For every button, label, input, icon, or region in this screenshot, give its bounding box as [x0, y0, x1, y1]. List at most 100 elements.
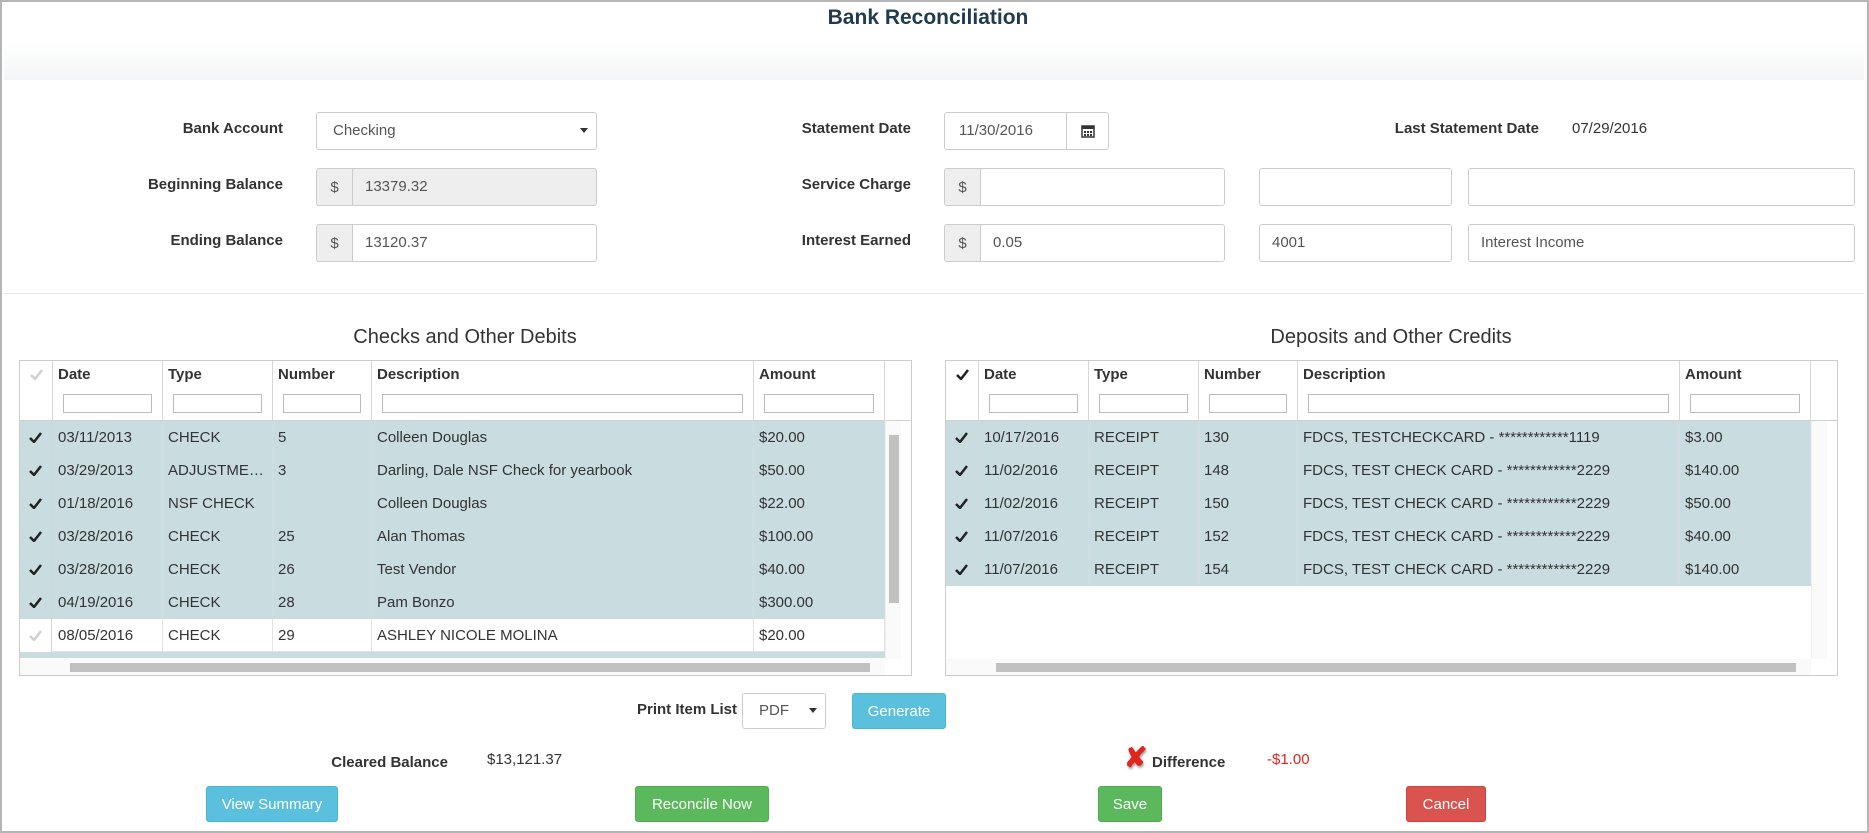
chevron-down-icon — [809, 708, 817, 713]
horizontal-scrollbar[interactable] — [946, 659, 1811, 675]
debits-col-amount[interactable]: Amount — [754, 361, 885, 421]
table-row[interactable]: 03/29/2013 ADJUSTME… 3 Darling, Dale NSF Ch… — [20, 454, 885, 487]
horizontal-scrollbar[interactable] — [20, 659, 885, 675]
number-filter-input[interactable] — [1209, 394, 1287, 413]
table-row[interactable]: 11/02/2016 RECEIPT 150 FDCS, TEST CHECK CAR… — [946, 487, 1811, 520]
row-checkbox[interactable] — [946, 553, 978, 586]
date-filter-input[interactable] — [63, 394, 152, 413]
save-button[interactable]: Save — [1098, 786, 1162, 822]
dollar-addon: $ — [944, 224, 980, 262]
scrollbar-thumb[interactable] — [996, 663, 1796, 672]
table-row[interactable]: 11/07/2016 RECEIPT 152 FDCS, TEST CHECK CAR… — [946, 520, 1811, 553]
check-icon — [29, 597, 42, 608]
cleared-balance-label: Cleared Balance — [331, 754, 448, 771]
amount-filter-input[interactable] — [764, 394, 874, 413]
check-icon — [955, 564, 968, 575]
date-filter-input[interactable] — [989, 394, 1078, 413]
cell-type: NSF CHECK — [163, 487, 273, 520]
number-filter-input[interactable] — [283, 394, 361, 413]
debits-grid-header: Date Type Number Description Amount — [20, 361, 911, 421]
service-charge-input[interactable] — [980, 168, 1225, 206]
row-checkbox[interactable] — [20, 487, 52, 520]
type-filter-input[interactable] — [173, 394, 262, 413]
reconcile-now-button[interactable]: Reconcile Now — [635, 786, 769, 822]
credits-col-date[interactable]: Date — [979, 361, 1089, 421]
service-charge-account-name-input[interactable] — [1468, 168, 1855, 206]
cell-number: 148 — [1199, 454, 1298, 487]
ending-balance-input[interactable]: 13120.37 — [352, 224, 597, 262]
table-row[interactable]: 08/05/2016 CHECK 29 ASHLEY NICOLE MOLINA $20… — [20, 619, 885, 652]
row-checkbox[interactable] — [20, 553, 52, 586]
amount-filter-input[interactable] — [1690, 394, 1800, 413]
cell-number: 28 — [273, 586, 372, 619]
vertical-scrollbar[interactable] — [1811, 421, 1827, 659]
table-row[interactable]: 01/18/2016 NSF CHECK Colleen Douglas $22.00 — [20, 487, 885, 520]
cell-amount: $300.00 — [754, 586, 885, 619]
type-filter-input[interactable] — [1099, 394, 1188, 413]
beginning-balance-group: $ 13379.32 — [316, 168, 597, 206]
credits-col-number[interactable]: Number — [1199, 361, 1298, 421]
cell-amount: $50.00 — [754, 454, 885, 487]
row-checkbox[interactable] — [20, 421, 52, 454]
row-checkbox[interactable] — [946, 454, 978, 487]
scrollbar-thumb[interactable] — [889, 435, 899, 603]
cell-description: FDCS, TEST CHECK CARD - ************2229 — [1298, 553, 1680, 586]
table-row[interactable]: 11/02/2016 RECEIPT 148 FDCS, TEST CHECK CAR… — [946, 454, 1811, 487]
cell-number: 154 — [1199, 553, 1298, 586]
row-checkbox[interactable] — [20, 586, 52, 619]
interest-earned-input[interactable]: 0.05 — [980, 224, 1225, 262]
credits-col-description[interactable]: Description — [1298, 361, 1680, 421]
row-checkbox[interactable] — [946, 487, 978, 520]
select-all-column[interactable] — [946, 361, 979, 421]
cell-amount: $100.00 — [754, 520, 885, 553]
table-row[interactable]: 03/28/2016 CHECK 26 Test Vendor $40.00 — [20, 553, 885, 586]
row-checkbox[interactable] — [20, 454, 52, 487]
cell-amount: $3.00 — [1680, 421, 1811, 454]
column-header: Description — [1303, 366, 1386, 383]
description-filter-input[interactable] — [382, 394, 743, 413]
vertical-scrollbar[interactable] — [885, 421, 901, 659]
row-checkbox[interactable] — [20, 520, 52, 553]
debits-col-type[interactable]: Type — [163, 361, 273, 421]
print-format-select[interactable]: PDF — [742, 693, 826, 729]
debits-col-date[interactable]: Date — [53, 361, 163, 421]
table-row[interactable]: 10/17/2016 RECEIPT 130 FDCS, TESTCHECKCARD … — [946, 421, 1811, 454]
cell-date: 11/07/2016 — [979, 520, 1089, 553]
title-band — [4, 42, 1864, 80]
column-header: Type — [1094, 366, 1128, 383]
table-row[interactable]: 03/28/2016 CHECK 25 Alan Thomas $100.00 — [20, 520, 885, 553]
cancel-button[interactable]: Cancel — [1406, 786, 1486, 822]
table-row[interactable]: 04/19/2016 CHECK 28 Pam Bonzo $300.00 — [20, 586, 885, 619]
cell-date: 10/17/2016 — [979, 421, 1089, 454]
bank-account-select[interactable]: Checking — [316, 112, 597, 150]
row-checkbox[interactable] — [946, 421, 978, 454]
description-filter-input[interactable] — [1308, 394, 1669, 413]
calendar-button[interactable] — [1067, 112, 1109, 150]
check-icon — [29, 432, 42, 443]
beginning-balance-input[interactable]: 13379.32 — [352, 168, 597, 206]
cell-description: Colleen Douglas — [372, 421, 754, 454]
statement-date-input[interactable]: 11/30/2016 — [944, 112, 1067, 150]
debits-col-description[interactable]: Description — [372, 361, 754, 421]
check-icon — [955, 432, 968, 443]
cell-amount: $140.00 — [1680, 454, 1811, 487]
service-charge-account-input[interactable] — [1259, 168, 1452, 206]
credits-grid[interactable]: Date Type Number Description Amount 10/1… — [945, 360, 1838, 676]
cell-number: 29 — [273, 619, 372, 652]
interest-account-input[interactable]: 4001 — [1259, 224, 1452, 262]
select-all-column[interactable] — [20, 361, 53, 421]
view-summary-button[interactable]: View Summary — [206, 786, 338, 822]
debits-grid[interactable]: Date Type Number Description Amount 03/1… — [19, 360, 912, 676]
cell-type: CHECK — [163, 520, 273, 553]
interest-account-name-input[interactable]: Interest Income — [1468, 224, 1855, 262]
row-checkbox[interactable] — [20, 619, 52, 652]
credits-col-type[interactable]: Type — [1089, 361, 1199, 421]
credits-col-amount[interactable]: Amount — [1680, 361, 1811, 421]
generate-button[interactable]: Generate — [852, 693, 946, 729]
row-checkbox[interactable] — [946, 520, 978, 553]
table-row[interactable]: 03/11/2013 CHECK 5 Colleen Douglas $20.00 — [20, 421, 885, 454]
debits-col-number[interactable]: Number — [273, 361, 372, 421]
scrollbar-thumb[interactable] — [70, 663, 870, 672]
bank-account-value: Checking — [333, 122, 396, 139]
table-row[interactable]: 11/07/2016 RECEIPT 154 FDCS, TEST CHECK CAR… — [946, 553, 1811, 586]
